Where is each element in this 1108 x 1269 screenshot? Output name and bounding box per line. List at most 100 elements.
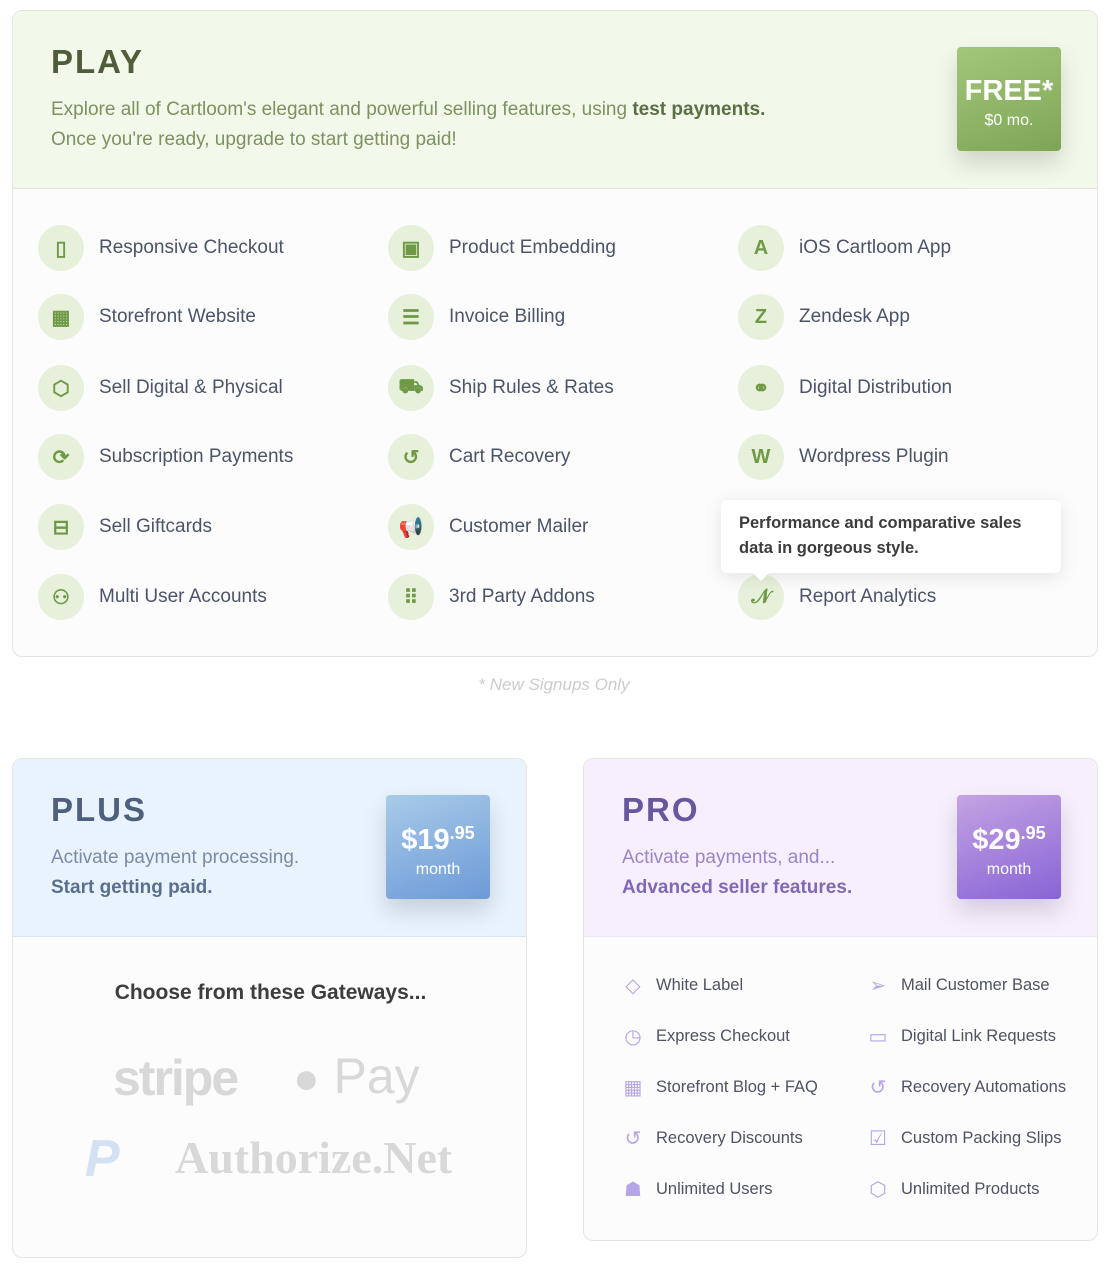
feature-item[interactable]: ⟳ Subscription Payments <box>38 434 293 480</box>
feature-label: Unlimited Products <box>901 1180 1040 1198</box>
feature-item[interactable]: ▣ Product Embedding <box>388 225 616 271</box>
feature-label: Wordpress Plugin <box>799 446 949 467</box>
paper-plane-icon: ➢ <box>869 975 887 997</box>
feature-label: Multi User Accounts <box>99 586 267 607</box>
price-badge[interactable]: $29.95 month <box>957 795 1061 899</box>
feature-item[interactable]: ☗ Unlimited Users <box>618 1177 772 1202</box>
desc-bold: Advanced seller features. <box>622 877 853 898</box>
users-icon: ☗ <box>624 1179 642 1201</box>
feature-tooltip: Performance and comparative sales data i… <box>721 500 1061 581</box>
apple-pay-text: Pay <box>333 1048 420 1104</box>
price-badge[interactable]: FREE* $0 mo. <box>957 47 1061 151</box>
feature-label: Sell Digital & Physical <box>99 377 283 398</box>
play-plan-card: PLAY Explore all of Cartloom's elegant a… <box>12 10 1098 657</box>
embed-icon: ▣ <box>388 225 434 271</box>
feature-item[interactable]: ◇ White Label <box>618 973 743 998</box>
feature-label: Unlimited Users <box>656 1180 773 1198</box>
plan-title: PRO <box>622 791 700 828</box>
feature-label: Responsive Checkout <box>99 237 284 258</box>
plus-header: PLUS Activate payment processing. Start g… <box>13 759 526 937</box>
feature-item[interactable]: ⊟ Sell Giftcards <box>38 504 212 550</box>
feature-item[interactable]: ⬡ Sell Digital & Physical <box>38 365 283 411</box>
grid-icon: ⠿ <box>388 574 434 620</box>
storefront-icon: ▦ <box>38 294 84 340</box>
price-cents: .95 <box>1020 823 1046 843</box>
storefront-icon: ▦ <box>623 1077 643 1099</box>
link-icon: ⚭ <box>738 365 784 411</box>
link-message-icon: ▭ <box>868 1026 888 1048</box>
undo-icon: ↺ <box>869 1077 887 1099</box>
device-icon: ▯ <box>38 225 84 271</box>
feature-item[interactable]: ↺ Recovery Automations <box>863 1075 1066 1100</box>
plus-plan-card: PLUS Activate payment processing. Start g… <box>12 758 527 1258</box>
price: $29 <box>972 824 1021 856</box>
box-icon: ⬡ <box>869 1179 887 1201</box>
users-icon: ⚇ <box>38 574 84 620</box>
feature-label: Sell Giftcards <box>99 516 212 537</box>
app-store-icon: A <box>738 225 784 271</box>
footnote: * New Signups Only <box>478 675 630 694</box>
desc-text: Activate payments, and... <box>622 847 836 868</box>
feature-label: Recovery Automations <box>901 1078 1067 1096</box>
price-period: month <box>415 861 461 878</box>
play-header: PLAY Explore all of Cartloom's elegant a… <box>13 11 1097 189</box>
feature-item[interactable]: ▯ Responsive Checkout <box>38 225 284 271</box>
desc-text: Explore all of Cartloom's elegant and po… <box>51 99 633 120</box>
price-period: month <box>986 861 1032 878</box>
undo-icon: ↺ <box>388 434 434 480</box>
feature-item[interactable]: ☑ Custom Packing Slips <box>863 1126 1061 1151</box>
feature-item[interactable]: ⠿ 3rd Party Addons <box>388 574 595 620</box>
feature-item[interactable]: Z Zendesk App <box>738 294 910 340</box>
gateways-title: Choose from these Gateways... <box>114 981 427 1004</box>
tag-icon: ◇ <box>625 975 641 997</box>
invoice-icon: ☰ <box>388 294 434 340</box>
feature-item[interactable]: W Wordpress Plugin <box>738 434 949 480</box>
desc-text: Activate payment processing. <box>51 847 300 868</box>
desc-bold: test payments. <box>632 99 766 120</box>
plan-description: Explore all of Cartloom's elegant and po… <box>51 95 765 155</box>
feature-item[interactable]: ☰ Invoice Billing <box>388 294 565 340</box>
feature-label: Subscription Payments <box>99 446 294 467</box>
apple-pay-logo: ● Pay <box>293 1047 420 1105</box>
feature-label: 3rd Party Addons <box>449 586 595 607</box>
feature-label: Storefront Blog + FAQ <box>656 1078 818 1096</box>
feature-label: Express Checkout <box>656 1027 790 1045</box>
recurring-icon: ⟳ <box>38 434 84 480</box>
feature-item[interactable]: ▦ Storefront Website <box>38 294 256 340</box>
feature-label: Report Analytics <box>799 586 937 607</box>
box-icon: ⬡ <box>38 365 84 411</box>
price: FREE* <box>964 75 1054 107</box>
feature-label: Digital Distribution <box>799 377 953 398</box>
truck-icon: ⛟ <box>388 365 434 411</box>
authorize-net-logo: Authorize.Net <box>175 1132 453 1183</box>
feature-label: Cart Recovery <box>449 446 571 467</box>
feature-item[interactable]: ◷ Express Checkout <box>618 1024 790 1049</box>
feature-label: Ship Rules & Rates <box>449 377 614 398</box>
feature-item[interactable]: ⬡ Unlimited Products <box>863 1177 1039 1202</box>
packing-slip-icon: ☑ <box>869 1128 887 1150</box>
stripe-logo: stripe <box>113 1050 239 1106</box>
megaphone-icon: 📢 <box>388 504 434 550</box>
desc-text-2: Once you're ready, upgrade to start gett… <box>51 129 457 150</box>
feature-item[interactable]: ➢ Mail Customer Base <box>863 973 1050 998</box>
price-cents: .95 <box>449 823 475 843</box>
feature-item[interactable]: ⚇ Multi User Accounts <box>38 574 267 620</box>
feature-label: Storefront Website <box>99 306 257 327</box>
feature-item[interactable]: ↺ Recovery Discounts <box>618 1126 803 1151</box>
zendesk-icon: Z <box>738 294 784 340</box>
feature-item[interactable]: ▦ Storefront Blog + FAQ <box>618 1075 818 1100</box>
apple-icon: ● <box>293 1054 320 1103</box>
feature-item[interactable]: AiOS Cartloom App <box>738 225 951 271</box>
feature-label: Mail Customer Base <box>901 976 1050 994</box>
feature-item[interactable]: ⛟ Ship Rules & Rates <box>388 365 614 411</box>
plan-title: PLAY <box>51 43 144 80</box>
feature-item[interactable]: ⚭ Digital Distribution <box>738 365 952 411</box>
feature-label: Custom Packing Slips <box>901 1129 1062 1147</box>
feature-item[interactable]: 📢 Customer Mailer <box>388 504 588 550</box>
feature-item[interactable]: ▭ Digital Link Requests <box>863 1024 1056 1049</box>
feature-item[interactable]: ↺ Cart Recovery <box>388 434 570 480</box>
plan-description: Activate payment processing. Start gettin… <box>51 843 299 903</box>
pro-plan-card: PRO Activate payments, and... Advanced se… <box>583 758 1098 1241</box>
price-badge[interactable]: $19.95 month <box>386 795 490 899</box>
feature-label: Recovery Discounts <box>656 1129 803 1147</box>
